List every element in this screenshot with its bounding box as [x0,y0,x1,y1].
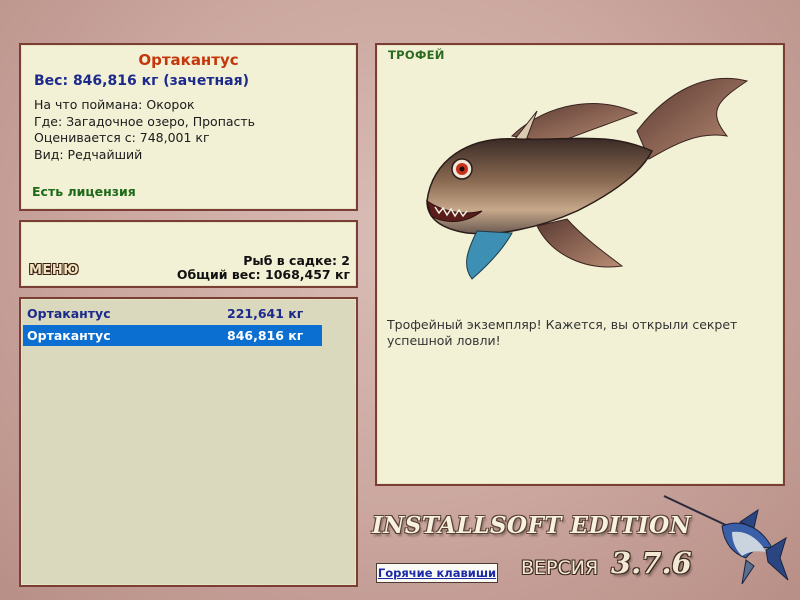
rarity-line: Вид: Редчайший [34,146,143,162]
fish-name: Ортакантус [138,51,239,69]
fish-weight: Вес: 846,816 кг (зачетная) [34,73,249,89]
license-status: Есть лицензия [32,184,136,199]
trophy-panel: ТРОФЕЙ Трофейный экземпляр! Кажется, вы … [375,43,785,486]
keepnet-list: Ортакантус 221,641 кг Ортакантус 846,816… [19,297,358,587]
menu-button[interactable]: МЕНЮ [29,263,79,278]
total-weight: Общий вес: 1068,457 кг [176,267,350,282]
edition-title: INSTALLSOFT EDITION [372,512,692,539]
catch-details: На что поймана: Окорок Где: Загадочное о… [34,97,255,163]
fish-count: Рыб в садке: 2 [243,253,350,268]
list-item-name: Ортакантус [27,306,111,321]
list-item-name: Ортакантус [27,328,111,343]
list-item-weight: 221,641 кг [227,306,304,321]
catch-info-panel: Ортакантус Вес: 846,816 кг (зачетная) На… [19,43,358,211]
keepnet-stats-panel: МЕНЮ Рыб в садке: 2 Общий вес: 1068,457 … [19,220,358,288]
list-item-weight: 846,816 кг [227,328,304,343]
fish-image-icon [426,77,749,280]
hotkeys-button[interactable]: Горячие клавиши [376,563,498,583]
list-item-selected[interactable]: Ортакантус 846,816 кг [23,325,322,346]
version-label: ВЕРСИЯ [521,557,599,579]
valued-from-line: Оценивается с: 748,001 кг [34,130,210,145]
trophy-message: Трофейный экземпляр! Кажется, вы открыли… [387,317,738,348]
marlin-logo-icon [663,495,789,585]
list-item[interactable]: Ортакантус 221,641 кг [23,303,322,324]
location-line: Где: Загадочное озеро, Пропасть [34,113,256,129]
bait-line: На что поймана: Окорок [34,97,195,112]
